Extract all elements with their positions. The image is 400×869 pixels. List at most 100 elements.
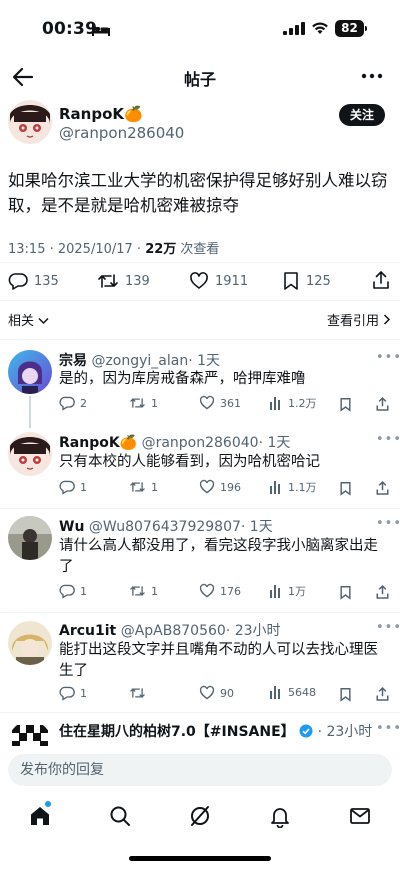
grok-icon[interactable] bbox=[188, 804, 212, 828]
reply-reply-button[interactable]: 1 bbox=[59, 583, 87, 599]
reply-author-handle[interactable]: @ApAB870560 bbox=[121, 623, 226, 639]
reply-repost-button[interactable]: 1 bbox=[129, 583, 158, 599]
bottom-tab-bar bbox=[0, 800, 400, 832]
notifications-bell-icon[interactable] bbox=[268, 804, 292, 828]
reply-author-handle[interactable]: @Wu8076437929807 bbox=[89, 519, 241, 535]
repost-icon bbox=[130, 398, 145, 408]
status-time: 00:39 bbox=[42, 19, 98, 39]
reply-repost-count: 1 bbox=[151, 584, 158, 598]
post-timestamp: 13:15 · 2025/10/17 · bbox=[8, 242, 146, 257]
reply-icon bbox=[8, 273, 28, 290]
repost-button[interactable]: 139 bbox=[97, 271, 150, 291]
reply-view-count: 1万 bbox=[288, 585, 306, 598]
home-icon[interactable] bbox=[28, 804, 52, 828]
reply-item[interactable]: RanpoK🍊 @ranpon286040· 1天 ••• 只有本校的人能够看到… bbox=[0, 424, 400, 508]
analytics-icon bbox=[270, 397, 280, 410]
reply-like-count: 361 bbox=[220, 396, 241, 410]
reply-author-name[interactable]: Arcu1it bbox=[59, 623, 116, 639]
chevron-down-icon bbox=[38, 317, 49, 325]
reply-avatar[interactable] bbox=[8, 721, 52, 746]
view-quotes-link[interactable]: 查看引用 bbox=[327, 310, 391, 329]
reply-like-button[interactable]: 196 bbox=[199, 479, 241, 495]
like-count: 1911 bbox=[215, 273, 249, 289]
author-name[interactable]: RanpoK🍊 bbox=[59, 105, 143, 123]
reply-more-icon[interactable]: ••• bbox=[376, 516, 400, 531]
bookmark-icon bbox=[284, 272, 298, 290]
reply-views-button[interactable]: 1万 bbox=[269, 583, 306, 599]
messages-envelope-icon[interactable] bbox=[348, 804, 372, 828]
reply-avatar[interactable] bbox=[8, 432, 52, 476]
search-icon[interactable] bbox=[108, 804, 132, 828]
home-indicator bbox=[129, 856, 271, 861]
reply-like-button[interactable]: 90 bbox=[199, 685, 234, 701]
reply-repost-count: 1 bbox=[151, 480, 158, 494]
battery-indicator: 82 bbox=[335, 20, 364, 37]
post-action-bar: 135 139 1911 125 bbox=[0, 268, 400, 294]
share-icon[interactable] bbox=[375, 686, 390, 702]
reply-more-icon[interactable]: ••• bbox=[376, 350, 400, 365]
reply-author-name[interactable]: 宗易 bbox=[59, 353, 87, 369]
share-icon[interactable] bbox=[375, 396, 390, 412]
reply-repost-button[interactable]: 1 bbox=[129, 395, 158, 411]
reply-count: 135 bbox=[34, 273, 59, 289]
post-views-label: 次查看 bbox=[176, 242, 220, 257]
reply-more-icon[interactable]: ••• bbox=[376, 721, 400, 736]
reply-item[interactable]: Arcu1it @ApAB870560· 23小时 ••• 能打出这段文字并且嘴… bbox=[0, 613, 400, 713]
reply-like-button[interactable]: 361 bbox=[199, 395, 241, 411]
more-options-icon[interactable] bbox=[360, 66, 384, 86]
bookmark-icon[interactable] bbox=[339, 397, 352, 412]
reply-text: 是的，因为库房戒备森严，哈押库难噜 bbox=[59, 371, 306, 387]
reply-avatar[interactable] bbox=[8, 621, 52, 665]
reply-author-name[interactable]: Wu bbox=[59, 519, 84, 535]
reply-text: 能打出这段文字并且嘴角不动的人可以去找心理医生了 bbox=[59, 642, 378, 679]
reply-views-button[interactable]: 5648 bbox=[269, 685, 316, 699]
reply-view-count: 1.2万 bbox=[288, 397, 317, 410]
reply-age: · 1天 bbox=[188, 353, 221, 369]
reply-item[interactable]: 住在星期八的柏树7.0【#INSANE】 · 23小时 ••• bbox=[0, 713, 400, 746]
divider bbox=[0, 300, 400, 301]
share-icon[interactable] bbox=[375, 584, 390, 600]
follow-button[interactable]: 关注 bbox=[339, 104, 385, 126]
reply-reply-button[interactable]: 2 bbox=[59, 395, 87, 411]
bookmark-icon[interactable] bbox=[339, 481, 352, 496]
reply-author-name[interactable]: 住在星期八的柏树7.0【#INSANE】 bbox=[59, 724, 295, 740]
reply-more-icon[interactable]: ••• bbox=[376, 432, 400, 447]
reply-header: Arcu1it @ApAB870560· 23小时 bbox=[59, 620, 281, 640]
reply-avatar[interactable] bbox=[8, 350, 52, 394]
share-icon[interactable] bbox=[371, 270, 391, 290]
reply-age: · 1天 bbox=[258, 435, 291, 451]
reply-reply-count: 1 bbox=[80, 480, 87, 494]
reply-button[interactable]: 135 bbox=[8, 271, 59, 291]
bookmark-icon[interactable] bbox=[339, 687, 352, 702]
analytics-icon bbox=[270, 686, 280, 699]
bookmark-button[interactable]: 125 bbox=[282, 271, 331, 291]
reply-compose-input[interactable]: 发布你的回复 bbox=[8, 754, 392, 786]
reply-reply-button[interactable]: 1 bbox=[59, 479, 87, 495]
reply-repost-button[interactable] bbox=[129, 685, 151, 701]
wifi-icon bbox=[312, 22, 328, 34]
reply-views-button[interactable]: 1.1万 bbox=[269, 479, 317, 495]
share-icon[interactable] bbox=[375, 480, 390, 496]
reply-reply-button[interactable]: 1 bbox=[59, 685, 87, 701]
reply-author-handle[interactable]: @zongyi_alan bbox=[91, 353, 188, 369]
reply-text: 只有本校的人能够看到，因为哈机密哈记 bbox=[59, 454, 320, 470]
reply-author-handle[interactable]: @ranpon286040 bbox=[142, 435, 259, 451]
bookmark-icon[interactable] bbox=[339, 585, 352, 600]
reply-more-icon[interactable]: ••• bbox=[376, 620, 400, 635]
reply-item[interactable]: Wu @Wu8076437929807· 1天 ••• 请什么高人都没用了，看完… bbox=[0, 509, 400, 612]
like-button[interactable]: 1911 bbox=[189, 271, 248, 291]
reply-like-count: 90 bbox=[220, 686, 234, 700]
divider bbox=[0, 262, 400, 263]
reply-repost-button[interactable]: 1 bbox=[129, 479, 158, 495]
related-filter[interactable]: 相关 bbox=[8, 310, 49, 329]
reply-item[interactable]: 宗易 @zongyi_alan· 1天 ••• 是的，因为库房戒备森严，哈押库难… bbox=[0, 340, 400, 426]
new-content-dot bbox=[45, 801, 51, 807]
post-view-count[interactable]: 22万 bbox=[145, 242, 176, 257]
reply-author-name[interactable]: RanpoK🍊 bbox=[59, 435, 137, 451]
reply-avatar[interactable] bbox=[8, 516, 52, 560]
reply-icon bbox=[59, 480, 75, 495]
author-handle[interactable]: @ranpon286040 bbox=[59, 124, 184, 142]
reply-like-button[interactable]: 176 bbox=[199, 583, 241, 599]
author-avatar[interactable] bbox=[8, 100, 52, 144]
reply-views-button[interactable]: 1.2万 bbox=[269, 395, 317, 411]
